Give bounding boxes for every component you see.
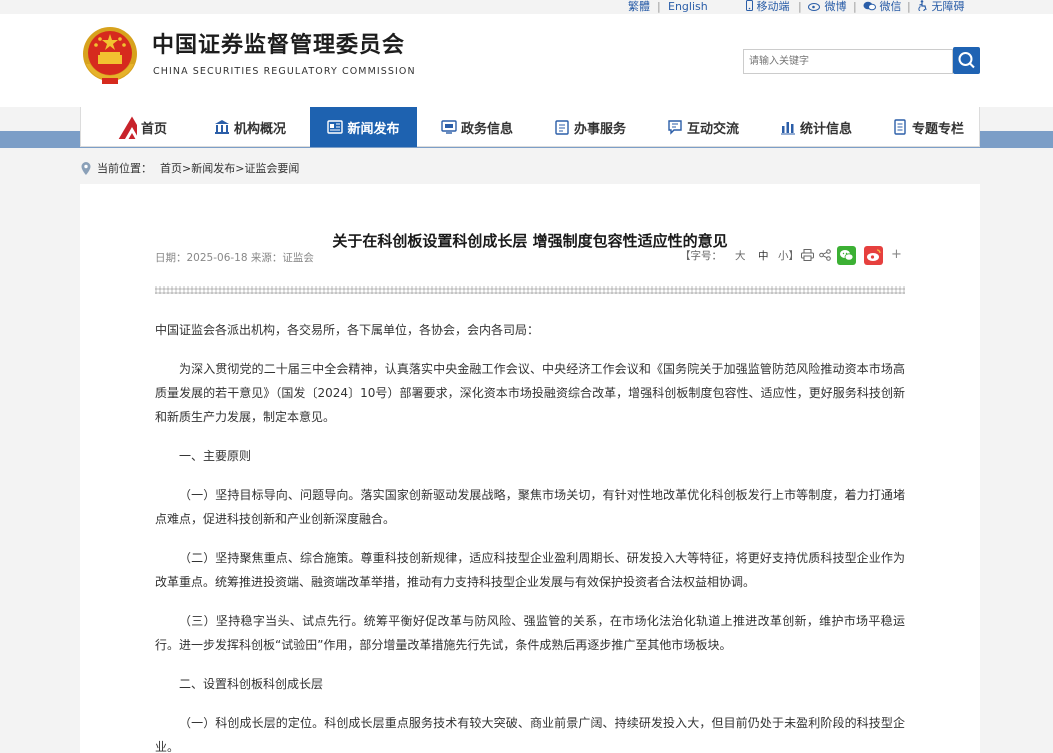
separator: |: [657, 0, 661, 13]
nav-item-statistics[interactable]: 统计信息: [775, 107, 857, 147]
nav-label: 专题专栏: [911, 121, 964, 137]
site-title-english: CHINA SECURITIES REGULATORY COMMISSION: [153, 66, 416, 77]
search-icon: [958, 52, 975, 69]
breadcrumb-separator: >: [235, 161, 245, 175]
search-button[interactable]: [953, 47, 980, 74]
font-size-small[interactable]: 小】: [778, 248, 799, 263]
breadcrumb-home[interactable]: 首页: [160, 160, 182, 176]
article-source: 证监会: [282, 252, 314, 264]
site-header: 中国证券监督管理委员会 CHINA SECURITIES REGULATORY …: [0, 14, 1053, 107]
breadcrumb-current[interactable]: 证监会要闻: [244, 160, 299, 176]
building-icon: [214, 120, 229, 134]
location-pin-icon: [81, 161, 91, 175]
article-meta: 日期：2025-06-18 来源：证监会: [155, 250, 314, 265]
site-title[interactable]: 中国证券监督管理委员会: [152, 33, 405, 59]
share-weibo-button[interactable]: [864, 246, 883, 268]
nav-item-about[interactable]: 机构概况: [209, 107, 291, 147]
accessibility-icon: [918, 0, 927, 13]
section-heading: 二、设置科创板科创成长层: [179, 677, 324, 691]
source-label: 来源：: [250, 252, 283, 264]
section-heading: 一、主要原则: [179, 449, 252, 463]
wechat-icon: [837, 246, 856, 265]
nav-label: 机构概况: [233, 121, 286, 137]
breadcrumb-label: 当前位置：: [97, 162, 152, 175]
article-container: 关于在科创板设置科创成长层 增强制度包容性适应性的意见 日期：2025-06-1…: [80, 184, 980, 753]
article-paragraph: （一）科创成长层的定位。科创成长层重点服务技术有较大突破、商业前景广阔、持续研发…: [155, 716, 905, 753]
separator: |: [853, 0, 857, 13]
share-icon: [819, 249, 831, 261]
nav-item-special-topics[interactable]: 专题专栏: [887, 107, 969, 147]
weibo-icon: [808, 3, 820, 11]
share-button[interactable]: [819, 249, 831, 264]
breadcrumb: 当前位置： 首页 > 新闻发布 > 证监会要闻: [81, 160, 299, 176]
weibo-link[interactable]: 微博: [808, 0, 847, 13]
article-paragraph: （二）坚持聚焦重点、综合施策。尊重科技创新规律，适应科技型企业盈利周期长、研发投…: [155, 551, 905, 589]
wechat-link[interactable]: 微信: [863, 0, 902, 13]
nav-item-home[interactable]: 首页: [103, 107, 173, 147]
article-date: 2025-06-18: [186, 252, 248, 264]
mobile-link[interactable]: 移动端: [746, 0, 790, 13]
english-link[interactable]: English: [668, 0, 708, 13]
title-divider: [155, 286, 905, 294]
print-button[interactable]: [801, 249, 814, 264]
font-size-medium[interactable]: 中: [758, 248, 769, 263]
font-size-large[interactable]: 大: [735, 248, 746, 263]
nav-item-government-info[interactable]: 政务信息: [436, 107, 518, 147]
screen-icon: [441, 120, 457, 134]
more-share-icon[interactable]: +: [891, 247, 902, 262]
weibo-icon: [864, 246, 883, 265]
clipboard-icon: [555, 120, 569, 135]
accessibility-link[interactable]: 无障碍: [918, 0, 965, 13]
chat-icon: [668, 120, 682, 135]
newspaper-icon: [327, 120, 344, 134]
nav-label: 互动交流: [686, 121, 739, 137]
nav-label: 办事服务: [573, 121, 626, 137]
nav-item-services[interactable]: 办事服务: [549, 107, 631, 147]
separator: |: [907, 0, 911, 13]
nav-label: 统计信息: [799, 121, 852, 137]
date-label: 日期：: [155, 252, 187, 264]
search-input[interactable]: [743, 49, 953, 74]
font-size-label: 【字号：: [680, 250, 722, 262]
csrc-logo-icon: [118, 116, 137, 139]
document-icon: [894, 119, 906, 135]
national-emblem-logo[interactable]: [80, 24, 140, 86]
nav-label: 新闻发布: [347, 121, 400, 137]
top-utility-bar: 繁體 | English 移动端 | 微博 | 微信 | 无障碍: [0, 0, 1053, 14]
wechat-icon: [863, 1, 876, 11]
article-paragraph: （一）坚持目标导向、问题导向。落实国家创新驱动发展战略，聚焦市场关切，有针对性地…: [155, 488, 905, 526]
traditional-chinese-link[interactable]: 繁體: [628, 0, 650, 13]
printer-icon: [801, 249, 814, 261]
nav-item-news[interactable]: 新闻发布: [310, 107, 417, 147]
bar-chart-icon: [780, 122, 795, 135]
article-paragraph: （三）坚持稳字当头、试点先行。统筹平衡好促改革与防风险、强监管的关系，在市场化法…: [155, 614, 905, 652]
article-paragraph: 为深入贯彻党的二十届三中全会精神，认真落实中央金融工作会议、中央经济工作会议和《…: [155, 362, 905, 424]
breadcrumb-news[interactable]: 新闻发布: [191, 160, 235, 176]
nav-item-interaction[interactable]: 互动交流: [662, 107, 744, 147]
article-paragraph: 中国证监会各派出机构，各交易所，各下属单位，各协会，会内各司局：: [155, 323, 540, 337]
separator: |: [798, 0, 802, 13]
mobile-icon: [746, 0, 753, 11]
main-navigation: 首页 机构概况 新闻发布 政务信息 办事服务 互动交流 统计信息 专题专栏: [80, 107, 980, 147]
nav-label: 政务信息: [460, 121, 513, 137]
nav-label: 首页: [140, 121, 167, 137]
article-body: 中国证监会各派出机构，各交易所，各下属单位，各协会，会内各司局： 为深入贯彻党的…: [155, 318, 905, 753]
breadcrumb-separator: >: [182, 161, 192, 175]
share-wechat-button[interactable]: [837, 246, 856, 268]
